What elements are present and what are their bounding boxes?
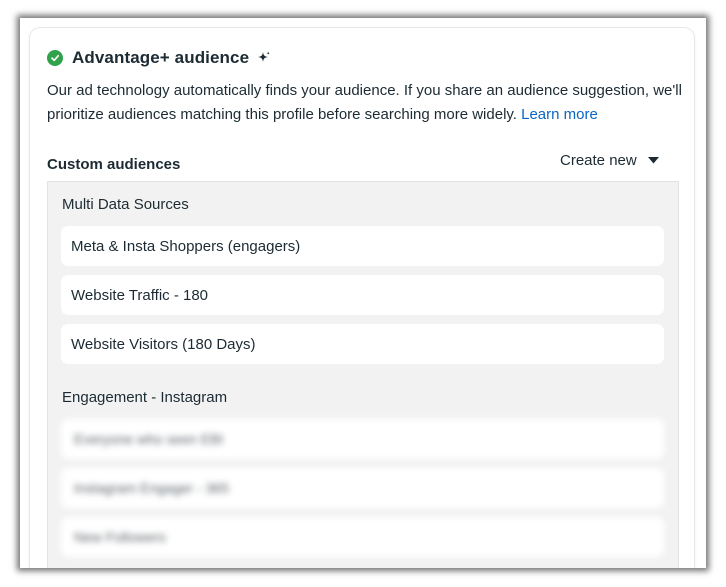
list-item-label: New Followers bbox=[74, 529, 166, 545]
custom-audiences-label: Custom audiences bbox=[47, 156, 181, 173]
list-item[interactable]: Website Visitors (180 Days) bbox=[61, 324, 664, 364]
check-circle-icon bbox=[47, 50, 63, 66]
advantage-audience-card: Advantage+ audience Our ad technology au… bbox=[30, 28, 694, 568]
list-item[interactable]: Everyone who seen EBI bbox=[61, 419, 664, 459]
card-description: Our ad technology automatically finds yo… bbox=[47, 79, 687, 127]
list-item-label: Meta & Insta Shoppers (engagers) bbox=[71, 237, 301, 255]
list-item-label: Instagram Engager - 365 bbox=[74, 480, 229, 496]
list-item[interactable]: Instagram Engager - 365 bbox=[61, 468, 664, 508]
list-item-label: Website Visitors (180 Days) bbox=[71, 335, 256, 353]
create-new-label: Create new bbox=[560, 151, 637, 169]
list-item-label: Website Traffic - 180 bbox=[71, 286, 209, 304]
screenshot-frame: Advantage+ audience Our ad technology au… bbox=[20, 18, 706, 568]
list-item[interactable]: Meta & Insta Shoppers (engagers) bbox=[61, 226, 664, 266]
list-item[interactable]: Website Traffic - 180 bbox=[61, 275, 664, 315]
sparkle-icon bbox=[257, 51, 271, 65]
audience-list[interactable]: Multi Data Sources Meta & Insta Shoppers… bbox=[47, 181, 679, 568]
list-item-label: Everyone who seen EBI bbox=[74, 431, 224, 447]
card-header: Advantage+ audience bbox=[47, 46, 271, 70]
group-label-engagement-instagram: Engagement - Instagram bbox=[62, 389, 228, 406]
caret-down-icon bbox=[647, 156, 659, 164]
card-title: Advantage+ audience bbox=[72, 48, 250, 67]
create-new-dropdown[interactable]: Create new bbox=[560, 149, 659, 171]
learn-more-link[interactable]: Learn more bbox=[521, 106, 598, 123]
list-item[interactable]: New Followers bbox=[61, 517, 664, 557]
group-label-multi-data-sources: Multi Data Sources bbox=[62, 196, 189, 213]
